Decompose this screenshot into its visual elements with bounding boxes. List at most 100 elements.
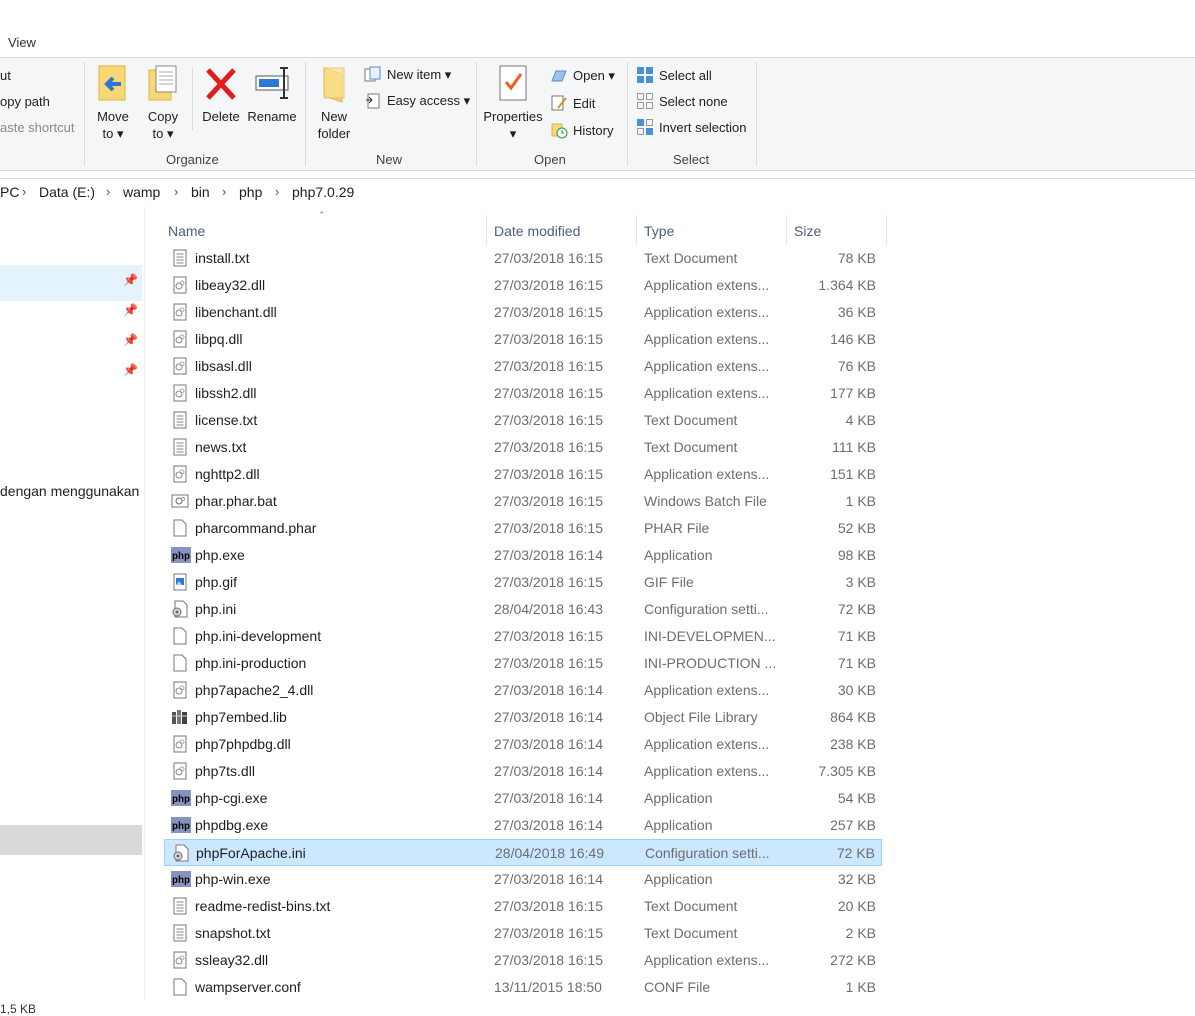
delete-button[interactable]: Delete — [198, 64, 244, 125]
file-row[interactable]: phpForApache.ini 28/04/2018 16:49 Configur… — [164, 839, 882, 866]
file-row[interactable]: install.txt 27/03/2018 16:15 Text Document… — [164, 245, 882, 272]
file-row[interactable]: php.ini-production 27/03/2018 16:15 INI-PR… — [164, 650, 882, 677]
select-none-button[interactable]: Select none — [636, 90, 728, 112]
file-row[interactable]: php7embed.lib 27/03/2018 16:14 Object File… — [164, 704, 882, 731]
file-row[interactable]: nghttp2.dll 27/03/2018 16:15 Application e… — [164, 461, 882, 488]
select-all-button[interactable]: Select all — [636, 64, 712, 86]
file-row[interactable]: php php-cgi.exe 27/03/2018 16:14 Applicatio… — [164, 785, 882, 812]
file-name: php-cgi.exe — [195, 790, 268, 806]
file-name: pharcommand.phar — [195, 520, 317, 536]
copy-path-button[interactable]: opy path — [0, 94, 50, 109]
column-header-size[interactable]: Size — [787, 218, 885, 246]
properties-dropdown[interactable]: ▾ — [510, 126, 517, 141]
select-group-label: Select — [673, 152, 710, 167]
move-to-button[interactable]: Move to ▾ — [93, 64, 133, 142]
chevron-right-icon[interactable]: › — [275, 184, 279, 199]
paste-shortcut-button[interactable]: aste shortcut — [0, 120, 74, 135]
breadcrumb-bin[interactable]: bin — [191, 184, 210, 200]
chevron-right-icon[interactable]: › — [174, 184, 178, 199]
file-row[interactable]: libpq.dll 27/03/2018 16:15 Application ext… — [164, 326, 882, 353]
chevron-right-icon[interactable]: › — [106, 184, 110, 199]
file-date-modified: 28/04/2018 16:49 — [495, 845, 604, 861]
address-bar[interactable]: PC › Data (E:) › wamp › bin › php › php7… — [0, 178, 1195, 208]
file-row[interactable]: wampserver.conf 13/11/2015 18:50 CONF File… — [164, 974, 882, 1001]
nav-item-highlighted[interactable] — [0, 825, 142, 855]
file-row[interactable]: pharcommand.phar 27/03/2018 16:15 PHAR Fil… — [164, 515, 882, 542]
breadcrumb-php7[interactable]: php7.0.29 — [292, 184, 354, 200]
text-file-icon — [171, 249, 189, 267]
file-row[interactable]: php7ts.dll 27/03/2018 16:14 Application ex… — [164, 758, 882, 785]
file-row[interactable]: license.txt 27/03/2018 16:15 Text Document… — [164, 407, 882, 434]
svg-text:php: php — [172, 875, 190, 887]
library-file-icon — [171, 708, 189, 726]
file-row[interactable]: php7phpdbg.dll 27/03/2018 16:14 Applicatio… — [164, 731, 882, 758]
file-type: Application extens... — [644, 385, 770, 401]
pin-icon[interactable]: 📌 — [123, 363, 138, 377]
breadcrumb-wamp[interactable]: wamp — [123, 184, 160, 200]
nav-item-selected[interactable] — [0, 265, 142, 301]
file-type: PHAR File — [644, 520, 710, 536]
breadcrumb-data-e[interactable]: Data (E:) — [39, 184, 95, 200]
dll-file-icon — [171, 276, 189, 294]
file-row[interactable]: php.ini 28/04/2018 16:43 Configuration set… — [164, 596, 882, 623]
nav-item-label[interactable]: dengan menggunakan — [0, 483, 142, 499]
file-row[interactable]: libenchant.dll 27/03/2018 16:15 Applicatio… — [164, 299, 882, 326]
file-row[interactable]: libsasl.dll 27/03/2018 16:15 Application e… — [164, 353, 882, 380]
invert-selection-button[interactable]: Invert selection — [636, 116, 746, 138]
chevron-right-icon[interactable]: › — [22, 184, 26, 199]
file-date-modified: 27/03/2018 16:15 — [494, 493, 603, 509]
file-row[interactable]: snapshot.txt 27/03/2018 16:15 Text Documen… — [164, 920, 882, 947]
pin-icon[interactable]: 📌 — [123, 303, 138, 317]
easy-access-button[interactable]: Easy access ▾ — [364, 90, 470, 112]
column-separator[interactable] — [886, 215, 887, 245]
file-size: 1.364 KB — [818, 277, 876, 293]
file-row[interactable]: php php-win.exe 27/03/2018 16:14 Applicatio… — [164, 866, 882, 893]
file-row[interactable]: readme-redist-bins.txt 27/03/2018 16:15 Te… — [164, 893, 882, 920]
copy-to-button[interactable]: Copy to ▾ — [143, 64, 183, 142]
file-row[interactable]: news.txt 27/03/2018 16:15 Text Document 111… — [164, 434, 882, 461]
breadcrumb-php[interactable]: php — [239, 184, 262, 200]
file-row[interactable]: php php.exe 27/03/2018 16:14 Application 98 … — [164, 542, 882, 569]
column-header-date[interactable]: Date modified — [487, 218, 635, 246]
pane-divider[interactable] — [144, 207, 145, 1000]
column-header-type[interactable]: Type — [637, 218, 785, 246]
pin-icon[interactable]: 📌 — [123, 333, 138, 347]
new-folder-button[interactable]: New folder — [313, 64, 355, 142]
tab-view[interactable]: View — [8, 35, 36, 50]
file-row[interactable]: libeay32.dll 27/03/2018 16:15 Application … — [164, 272, 882, 299]
cut-button[interactable]: ut — [0, 68, 11, 83]
file-date-modified: 27/03/2018 16:15 — [494, 898, 603, 914]
file-size: 146 KB — [830, 331, 876, 347]
file-date-modified: 13/11/2015 18:50 — [494, 979, 602, 995]
open-button[interactable]: Open ▾ — [550, 65, 615, 87]
file-row[interactable]: php phpdbg.exe 27/03/2018 16:14 Application… — [164, 812, 882, 839]
file-type: Application — [644, 790, 713, 806]
file-row[interactable]: ssleay32.dll 27/03/2018 16:15 Application … — [164, 947, 882, 974]
breadcrumb-pc[interactable]: PC — [0, 184, 19, 200]
group-separator — [84, 62, 85, 166]
column-header-name[interactable]: Name — [164, 218, 486, 246]
column-header-size-label: Size — [794, 223, 822, 239]
new-item-button[interactable]: New item ▾ — [364, 64, 451, 86]
file-name: php.gif — [195, 574, 238, 590]
chevron-right-icon[interactable]: › — [222, 184, 226, 199]
file-row[interactable]: php.ini-development 27/03/2018 16:15 INI-D… — [164, 623, 882, 650]
properties-button[interactable]: Properties ▾ — [481, 64, 545, 142]
blank-file-icon — [171, 519, 189, 537]
file-row[interactable]: php7apache2_4.dll 27/03/2018 16:14 Applica… — [164, 677, 882, 704]
file-name: license.txt — [195, 412, 258, 428]
pin-icon[interactable]: 📌 — [123, 273, 138, 287]
file-size: 1 KB — [845, 979, 876, 995]
file-date-modified: 27/03/2018 16:15 — [494, 628, 603, 644]
file-row[interactable]: php.gif 27/03/2018 16:15 GIF File 3 KB — [164, 569, 882, 596]
rename-button[interactable]: Rename — [246, 64, 298, 125]
file-size: 177 KB — [830, 385, 876, 401]
svg-text:php: php — [172, 551, 190, 563]
history-button[interactable]: History — [550, 119, 613, 141]
file-name: php.ini — [195, 601, 237, 617]
file-name: ssleay32.dll — [195, 952, 269, 968]
file-row[interactable]: phar.phar.bat 27/03/2018 16:15 Windows Bat… — [164, 488, 882, 515]
select-all-label: Select all — [659, 67, 712, 83]
file-row[interactable]: libssh2.dll 27/03/2018 16:15 Application e… — [164, 380, 882, 407]
edit-button[interactable]: Edit — [550, 92, 595, 114]
